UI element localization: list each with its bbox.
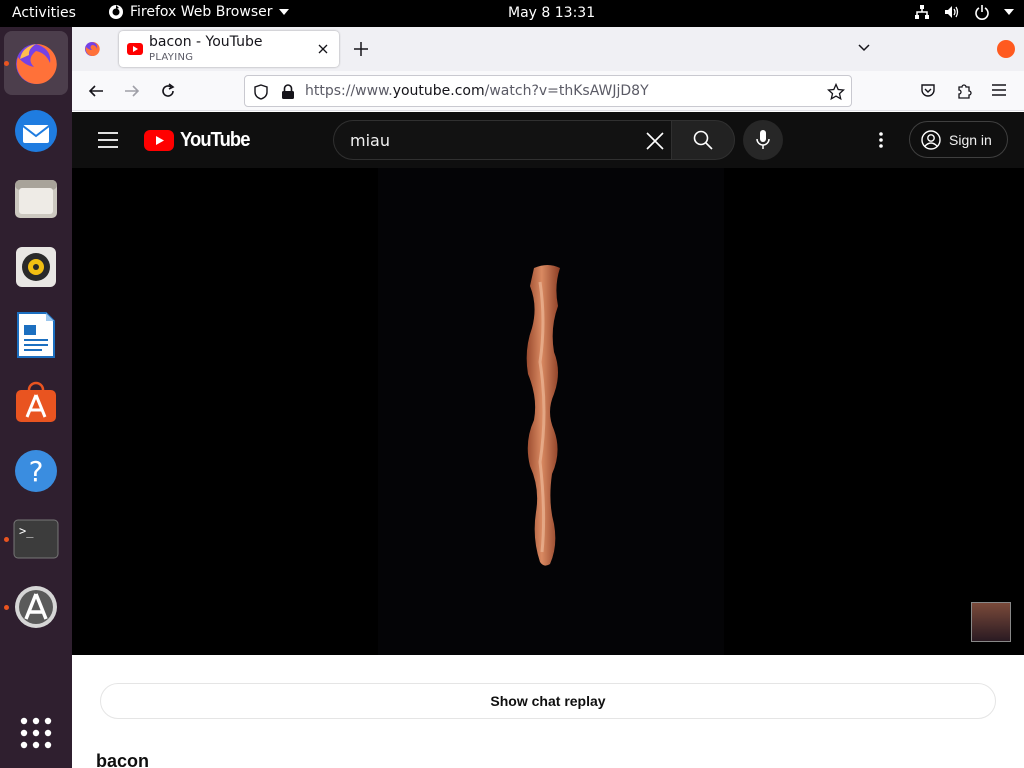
url-path: /watch?v=thKsAWJjD8Y: [484, 83, 649, 99]
voice-search-button[interactable]: [743, 120, 783, 160]
app-menu[interactable]: Firefox Web Browser: [108, 4, 289, 20]
help-icon: ?: [15, 450, 57, 492]
clock[interactable]: May 8 13:31: [508, 5, 595, 21]
youtube-page: YouTube miau Sign in Show chat replay ba…: [72, 112, 1024, 768]
system-tray[interactable]: [914, 4, 1014, 20]
dock-libreoffice-writer[interactable]: [4, 303, 68, 367]
app-grid-icon: [20, 717, 52, 749]
video-frame: [378, 168, 724, 655]
url-prefix: https://www.: [305, 83, 393, 99]
search-icon: [693, 130, 713, 150]
chevron-down-icon: [1004, 9, 1014, 15]
running-indicator: [4, 537, 9, 542]
account-icon: [921, 129, 941, 150]
chevron-down-icon: [278, 9, 289, 15]
close-tab-icon[interactable]: [318, 44, 328, 54]
search-input[interactable]: miau: [350, 131, 390, 150]
firefox-view-icon[interactable]: [84, 41, 100, 57]
thunderbird-icon: [15, 110, 57, 152]
dock-rhythmbox[interactable]: [4, 235, 68, 299]
volume-icon: [945, 6, 959, 18]
activities-button[interactable]: Activities: [12, 5, 76, 21]
rhythmbox-icon: [16, 247, 56, 287]
dock-ubuntu-software[interactable]: [4, 371, 68, 435]
bookmark-star-icon[interactable]: [827, 83, 845, 101]
navigation-toolbar: https://www.youtube.com/watch?v=thKsAWJj…: [72, 71, 1024, 111]
chat-replay-label: Show chat replay: [490, 693, 606, 709]
hamburger-menu-icon[interactable]: [992, 84, 1006, 96]
list-tabs-icon[interactable]: [858, 44, 870, 52]
tab-youtube[interactable]: bacon - YouTube PLAYING: [119, 31, 339, 67]
pocket-icon[interactable]: [920, 83, 936, 99]
clear-search-icon[interactable]: [646, 132, 664, 150]
youtube-header: YouTube miau Sign in: [72, 112, 1024, 168]
guide-menu-icon[interactable]: [98, 132, 118, 148]
channel-watermark[interactable]: [971, 602, 1011, 642]
dock-files[interactable]: [4, 167, 68, 231]
firefox-window: bacon - YouTube PLAYING https://www.yout…: [72, 27, 1024, 768]
recording-indicator[interactable]: [997, 40, 1015, 58]
tab-strip: bacon - YouTube PLAYING: [72, 27, 1024, 71]
youtube-logo-text: YouTube: [180, 129, 250, 151]
new-tab-icon[interactable]: [354, 42, 368, 56]
power-icon: [975, 5, 989, 20]
extensions-icon[interactable]: [956, 82, 972, 100]
sign-in-button[interactable]: Sign in: [909, 121, 1008, 158]
terminal-icon: >_: [13, 519, 59, 559]
dock-software-updater[interactable]: [4, 575, 68, 639]
running-indicator: [4, 605, 9, 610]
svg-text:?: ?: [29, 455, 44, 488]
video-player[interactable]: [72, 168, 1024, 655]
files-icon: [15, 180, 57, 218]
svg-text:>_: >_: [19, 524, 34, 538]
back-icon[interactable]: [88, 83, 104, 99]
forward-icon[interactable]: [124, 83, 140, 99]
gnome-top-bar: Activities Firefox Web Browser May 8 13:…: [0, 0, 1024, 27]
writer-icon: [17, 312, 55, 358]
microphone-icon: [756, 130, 770, 149]
dock: ? >_: [0, 27, 72, 768]
tab-playing-status: PLAYING: [149, 52, 194, 63]
youtube-logo[interactable]: YouTube: [144, 129, 253, 152]
software-store-icon: [16, 381, 56, 422]
dock-thunderbird[interactable]: [4, 99, 68, 163]
reload-icon[interactable]: [160, 83, 176, 99]
show-chat-replay-button[interactable]: Show chat replay: [100, 683, 996, 719]
dock-terminal[interactable]: >_: [4, 507, 68, 571]
bacon-strip-image: [526, 265, 560, 566]
shield-icon[interactable]: [253, 84, 269, 100]
search-button[interactable]: [671, 120, 735, 160]
url-bar[interactable]: https://www.youtube.com/watch?v=thKsAWJj…: [244, 75, 852, 107]
more-options-icon[interactable]: [878, 131, 884, 149]
software-updater-icon: [15, 586, 57, 628]
dock-help[interactable]: ?: [4, 439, 68, 503]
url-host: youtube.com: [392, 83, 485, 99]
url-text: https://www.youtube.com/watch?v=thKsAWJj…: [305, 83, 649, 99]
tab-title: bacon - YouTube: [149, 34, 263, 50]
dock-show-apps[interactable]: [4, 701, 68, 765]
firefox-app-icon: [109, 5, 123, 19]
youtube-play-icon: [144, 130, 174, 151]
sign-in-label: Sign in: [949, 131, 992, 148]
dock-firefox[interactable]: [4, 31, 68, 95]
search-box[interactable]: miau: [333, 120, 671, 160]
youtube-favicon: [127, 43, 143, 55]
lock-icon[interactable]: [281, 84, 295, 100]
app-menu-label: Firefox Web Browser: [130, 4, 273, 20]
running-indicator: [4, 61, 9, 66]
network-icon: [915, 5, 929, 19]
video-title: bacon: [96, 751, 150, 768]
firefox-icon: [16, 43, 57, 84]
